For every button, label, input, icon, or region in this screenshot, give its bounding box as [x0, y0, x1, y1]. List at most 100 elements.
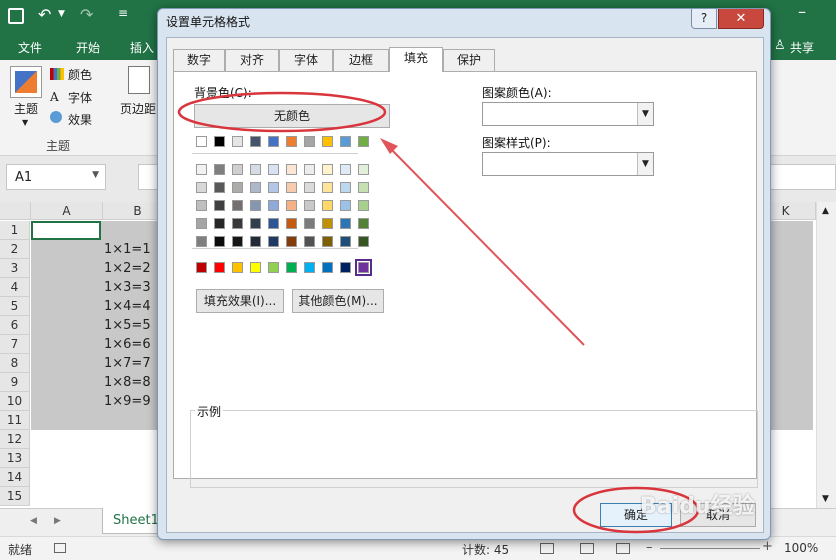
- color-swatch[interactable]: [322, 164, 333, 175]
- vertical-scrollbar[interactable]: ▲ ▼: [816, 202, 836, 508]
- row-header[interactable]: 1: [0, 221, 30, 240]
- cell-b10[interactable]: 1×9=9: [104, 392, 156, 411]
- standard-color-swatch[interactable]: [355, 259, 372, 276]
- formula-input[interactable]: [770, 164, 836, 190]
- row-header[interactable]: 13: [0, 449, 30, 468]
- row-header[interactable]: 15: [0, 487, 30, 506]
- cell-b2[interactable]: 1×1=1: [104, 240, 156, 259]
- cell-b9[interactable]: 1×8=8: [104, 373, 156, 392]
- row-header[interactable]: 14: [0, 468, 30, 487]
- name-box-dropdown-icon[interactable]: ▼: [92, 170, 99, 180]
- cell-b5[interactable]: 1×4=4: [104, 297, 156, 316]
- color-swatch[interactable]: [286, 236, 297, 247]
- standard-color-swatch[interactable]: [232, 262, 243, 273]
- pattern-color-dropdown[interactable]: ▼: [482, 102, 654, 126]
- color-swatch[interactable]: [358, 200, 369, 211]
- tab-font[interactable]: 字体: [279, 49, 333, 71]
- color-swatch[interactable]: [196, 182, 207, 193]
- color-swatch[interactable]: [358, 182, 369, 193]
- tab-fill[interactable]: 填充: [389, 47, 443, 72]
- normal-view-icon[interactable]: [540, 543, 554, 554]
- color-swatch[interactable]: [268, 164, 279, 175]
- color-swatch[interactable]: [232, 200, 243, 211]
- zoom-slider[interactable]: [660, 548, 760, 549]
- row-header[interactable]: 6: [0, 316, 30, 335]
- tab-number[interactable]: 数字: [173, 49, 225, 71]
- row-header[interactable]: 12: [0, 430, 30, 449]
- standard-color-swatch[interactable]: [286, 262, 297, 273]
- color-swatch[interactable]: [340, 164, 351, 175]
- row-header[interactable]: 9: [0, 373, 30, 392]
- color-swatch[interactable]: [358, 218, 369, 229]
- color-swatch[interactable]: [214, 136, 225, 147]
- color-swatch[interactable]: [358, 236, 369, 247]
- color-swatch[interactable]: [196, 136, 207, 147]
- color-swatch[interactable]: [250, 236, 261, 247]
- color-swatch[interactable]: [214, 164, 225, 175]
- share-button[interactable]: 共享: [790, 39, 814, 56]
- color-swatch[interactable]: [250, 164, 261, 175]
- redo-icon[interactable]: ↷: [80, 5, 93, 24]
- color-swatch[interactable]: [196, 164, 207, 175]
- no-color-button[interactable]: 无颜色: [194, 104, 390, 128]
- color-swatch[interactable]: [286, 164, 297, 175]
- color-swatch[interactable]: [304, 218, 315, 229]
- colors-button[interactable]: 颜色: [68, 66, 92, 83]
- close-button[interactable]: ✕: [718, 9, 764, 29]
- tab-insert[interactable]: 插入: [130, 39, 154, 56]
- fonts-button[interactable]: 字体: [68, 89, 92, 106]
- color-swatch[interactable]: [214, 236, 225, 247]
- row-header[interactable]: 10: [0, 392, 30, 411]
- color-swatch[interactable]: [358, 164, 369, 175]
- fill-effects-button[interactable]: 填充效果(I)...: [196, 289, 284, 313]
- sheet-tab-sheet1[interactable]: Sheet1: [102, 508, 159, 534]
- color-swatch[interactable]: [340, 236, 351, 247]
- formula-fx-box[interactable]: [138, 164, 158, 190]
- minimize-icon[interactable]: –: [798, 2, 806, 21]
- color-swatch[interactable]: [358, 136, 369, 147]
- row-header[interactable]: 4: [0, 278, 30, 297]
- scroll-down-icon[interactable]: ▼: [822, 494, 829, 504]
- row-header[interactable]: 3: [0, 259, 30, 278]
- standard-color-swatch[interactable]: [304, 262, 315, 273]
- color-swatch[interactable]: [322, 200, 333, 211]
- tab-border[interactable]: 边框: [333, 49, 389, 71]
- select-all-corner[interactable]: [0, 202, 31, 220]
- color-swatch[interactable]: [250, 136, 261, 147]
- color-swatch[interactable]: [214, 218, 225, 229]
- color-swatch[interactable]: [340, 218, 351, 229]
- cell-b4[interactable]: 1×3=3: [104, 278, 156, 297]
- row-header[interactable]: 11: [0, 411, 30, 430]
- column-header-a[interactable]: A: [31, 202, 103, 220]
- row-header[interactable]: 7: [0, 335, 30, 354]
- macro-record-icon[interactable]: [54, 543, 66, 553]
- color-swatch[interactable]: [196, 200, 207, 211]
- color-swatch[interactable]: [232, 218, 243, 229]
- active-cell-a1[interactable]: [31, 221, 101, 240]
- color-swatch[interactable]: [232, 182, 243, 193]
- row-header[interactable]: 2: [0, 240, 30, 259]
- color-swatch[interactable]: [304, 182, 315, 193]
- color-swatch[interactable]: [340, 182, 351, 193]
- sheet-prev-icon[interactable]: ◀: [30, 516, 37, 526]
- themes-button[interactable]: [10, 66, 42, 98]
- cell-b3[interactable]: 1×2=2: [104, 259, 156, 278]
- color-swatch[interactable]: [322, 236, 333, 247]
- color-swatch[interactable]: [214, 200, 225, 211]
- color-swatch[interactable]: [322, 136, 333, 147]
- name-box[interactable]: A1 ▼: [6, 164, 106, 190]
- color-swatch[interactable]: [232, 136, 243, 147]
- color-swatch[interactable]: [304, 236, 315, 247]
- zoom-in-icon[interactable]: +: [762, 539, 773, 554]
- help-button[interactable]: ?: [691, 9, 717, 29]
- color-swatch[interactable]: [214, 182, 225, 193]
- tab-alignment[interactable]: 对齐: [225, 49, 279, 71]
- cell-b8[interactable]: 1×7=7: [104, 354, 156, 373]
- color-swatch[interactable]: [268, 182, 279, 193]
- color-swatch[interactable]: [196, 218, 207, 229]
- row-header[interactable]: 5: [0, 297, 30, 316]
- tab-protection[interactable]: 保护: [443, 49, 495, 71]
- color-swatch[interactable]: [232, 236, 243, 247]
- color-swatch[interactable]: [286, 136, 297, 147]
- sheet-next-icon[interactable]: ▶: [54, 516, 61, 526]
